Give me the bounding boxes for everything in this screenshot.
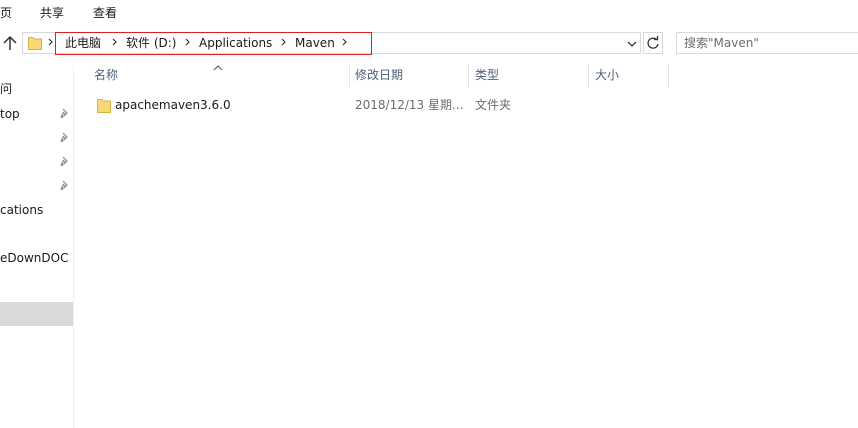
ribbon-tab-share[interactable]: 共享 — [40, 4, 64, 22]
up-arrow-icon — [3, 35, 17, 50]
refresh-button[interactable] — [643, 32, 663, 54]
column-divider[interactable] — [349, 64, 350, 88]
column-divider[interactable] — [588, 64, 589, 88]
pin-icon — [59, 132, 70, 144]
refresh-icon — [647, 36, 659, 49]
nav-item-quick-access[interactable]: 问 — [0, 79, 72, 99]
folder-icon — [97, 97, 111, 113]
column-divider[interactable] — [668, 64, 669, 88]
column-header-type[interactable]: 类型 — [475, 64, 587, 89]
file-type: 文件夹 — [475, 98, 512, 112]
column-header-name[interactable]: 名称 — [94, 64, 348, 89]
pin-icon — [59, 108, 70, 120]
chevron-right-icon[interactable] — [47, 36, 55, 48]
ribbon-tab-view[interactable]: 查看 — [93, 4, 117, 22]
column-header-size[interactable]: 大小 — [595, 64, 667, 89]
search-placeholder: 搜索"Maven" — [684, 36, 759, 50]
pin-icon — [59, 156, 70, 168]
file-name[interactable]: apachemaven3.6.0 — [115, 96, 231, 114]
column-divider[interactable] — [468, 64, 469, 88]
column-header-date-modified[interactable]: 修改日期 — [355, 64, 467, 89]
nav-item-downdoc[interactable]: eDownDOC — [0, 248, 72, 268]
nav-item-applications[interactable]: cations — [0, 200, 72, 220]
pin-icon — [59, 180, 70, 192]
up-one-level-button[interactable] — [0, 32, 20, 54]
ribbon-tab-page[interactable]: 页 — [0, 4, 12, 22]
nav-item-selected[interactable] — [0, 302, 73, 326]
chevron-down-icon[interactable] — [626, 38, 638, 48]
folder-icon — [28, 35, 42, 50]
breadcrumb-highlight — [55, 32, 372, 55]
file-date-modified: 2018/12/13 星期... — [355, 98, 464, 112]
